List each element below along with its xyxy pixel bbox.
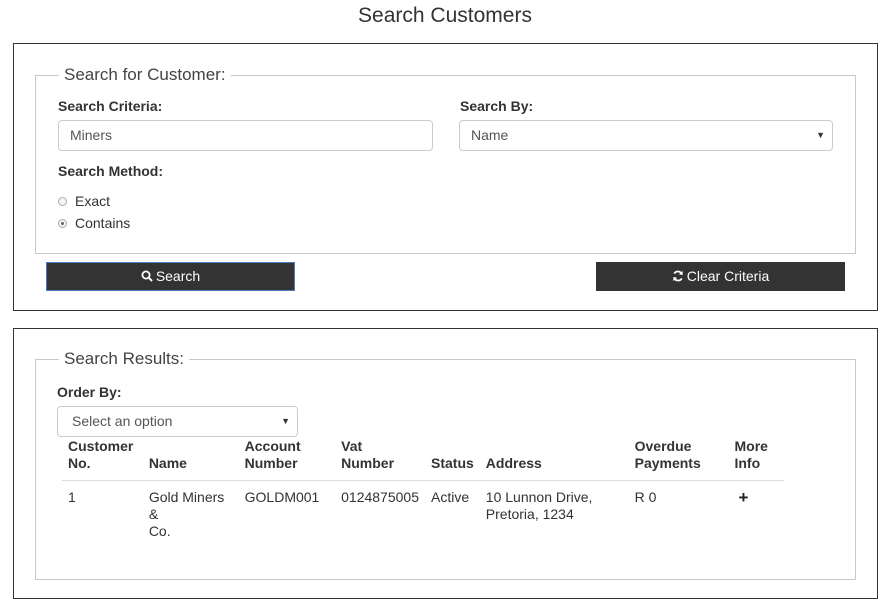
radio-contains-label: Contains	[75, 215, 131, 231]
search-button-label: Search	[155, 268, 201, 284]
col-vat-number[interactable]: Vat Number	[335, 438, 425, 481]
refresh-icon	[672, 263, 684, 290]
search-panel: Search for Customer: Search Criteria: Mi…	[13, 43, 878, 311]
order-by-value: Select an option	[72, 413, 173, 429]
results-table: Customer No. Name Account Number Vat Number…	[62, 438, 784, 540]
radio-exact-label: Exact	[75, 193, 111, 209]
radio-exact-circle[interactable]	[58, 196, 67, 206]
cell-vat-number: 0124875005	[341, 489, 419, 505]
col-customer-no[interactable]: Customer No.	[62, 438, 143, 481]
results-legend: Search Results:	[64, 349, 184, 368]
order-by-select[interactable]: Select an option ▼	[57, 406, 298, 437]
radio-contains[interactable]: Contains	[58, 215, 130, 231]
cell-overdue: R 0	[634, 489, 657, 505]
order-by-label: Order By:	[57, 384, 122, 400]
search-method-label: Search Method:	[58, 163, 164, 179]
cell-account-number: GOLDM001	[244, 489, 320, 505]
search-fieldset: Search for Customer:	[35, 65, 856, 254]
cell-address: 10 Lunnon Drive, Pretoria, 1234	[485, 489, 593, 522]
table-row: 1 Gold Miners & Co. GOLDM001 0124875005 A…	[62, 481, 784, 541]
clear-criteria-button[interactable]: Clear Criteria	[596, 262, 845, 291]
search-criteria-label: Search Criteria:	[58, 98, 163, 114]
chevron-down-icon: ▼	[281, 416, 290, 426]
search-by-select[interactable]: Name ▼	[459, 120, 833, 151]
search-by-label: Search By:	[460, 98, 534, 114]
col-account-number[interactable]: Account Number	[238, 438, 336, 481]
chevron-down-icon: ▼	[816, 130, 825, 140]
radio-exact[interactable]: Exact	[58, 193, 110, 209]
col-address[interactable]: Address	[479, 438, 629, 481]
col-overdue-payments[interactable]: Overdue Payments	[628, 438, 729, 481]
radio-contains-circle[interactable]	[58, 218, 67, 228]
clear-criteria-label: Clear Criteria	[686, 268, 770, 284]
table-header-row: Customer No. Name Account Number Vat Number…	[62, 438, 784, 481]
results-panel: Search Results: Order By: Select an opti…	[13, 328, 878, 599]
search-by-value: Name	[471, 127, 509, 143]
search-button[interactable]: Search	[46, 262, 295, 291]
cell-name: Gold Miners & Co.	[148, 489, 225, 539]
search-criteria-input[interactable]: Miners	[58, 120, 433, 151]
cell-status: Active	[431, 489, 470, 505]
plus-icon[interactable]: +	[734, 488, 748, 507]
cell-customer-no: 1	[68, 489, 76, 505]
page-title: Search Customers	[358, 4, 532, 27]
cell-more-info: +	[728, 481, 784, 541]
col-status[interactable]: Status	[425, 438, 480, 481]
search-icon	[141, 263, 153, 290]
search-legend: Search for Customer:	[64, 65, 226, 84]
col-more-info: More Info	[728, 438, 784, 481]
col-name[interactable]: Name	[142, 438, 239, 481]
